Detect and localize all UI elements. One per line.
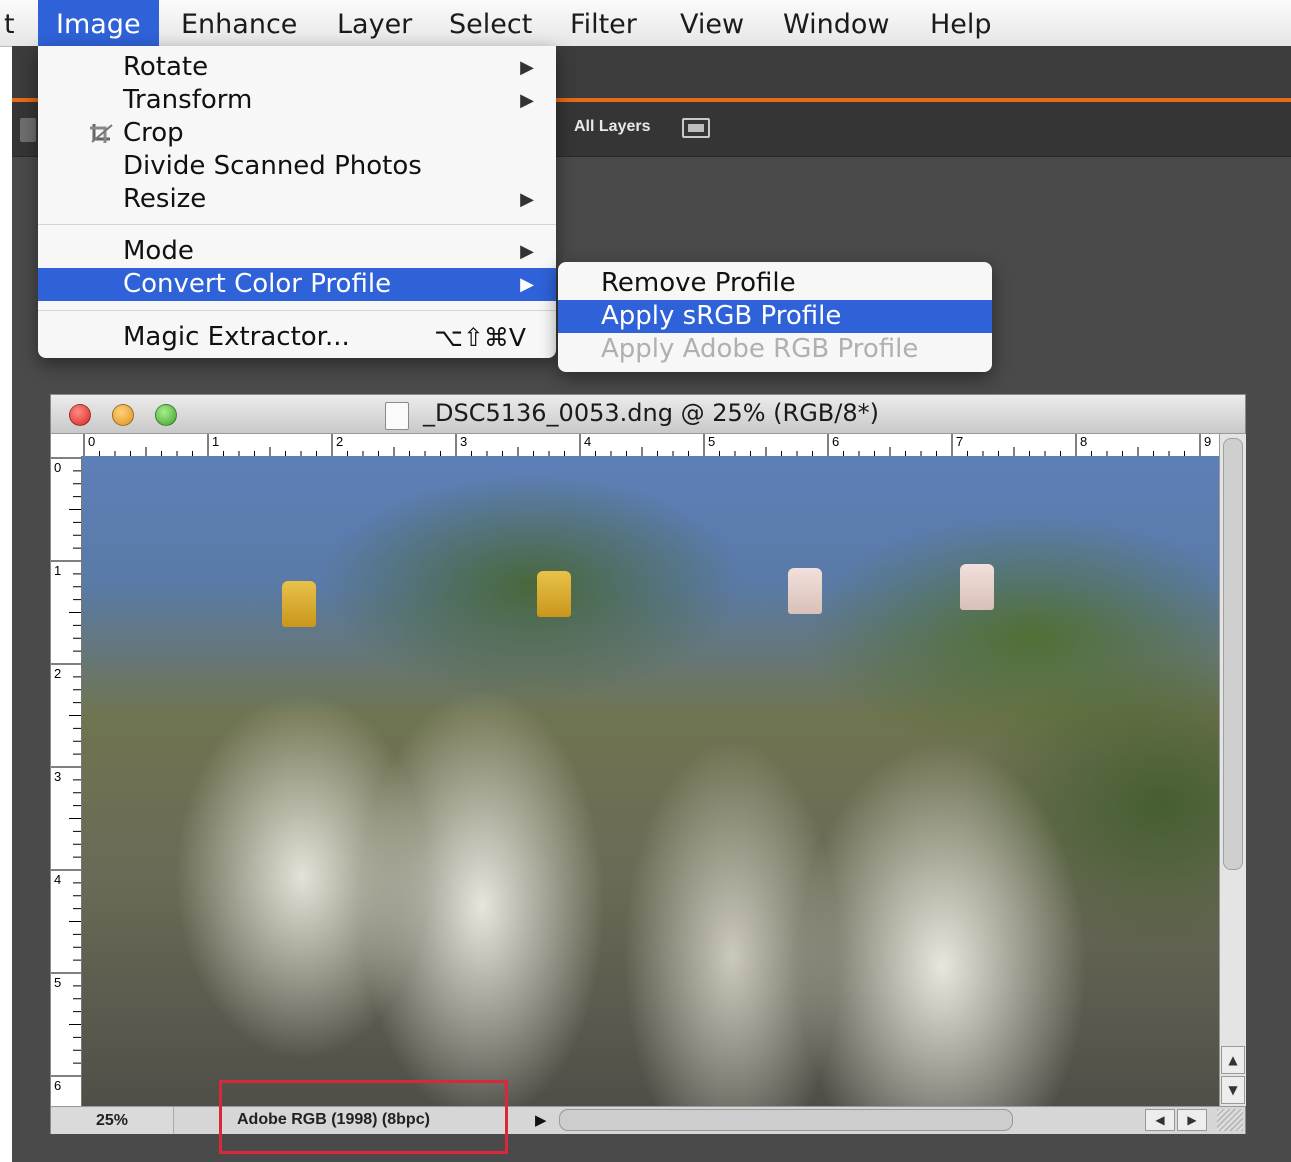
menu-option-label: Resize [123,184,207,214]
scroll-left-button[interactable]: ◀ [1145,1109,1175,1131]
ruler-label: 1 [54,563,62,578]
menu-item-filter[interactable]: Filter [570,0,637,46]
menu-option-label: Magic Extractor... [123,322,350,352]
menu-option-label: Crop [123,118,184,148]
menu-item-help[interactable]: Help [930,0,992,46]
shortcut-label: ⌥⇧⌘V [434,323,526,352]
options-control[interactable] [20,118,36,142]
ruler-label: 1 [212,434,220,449]
menu-option-label: Divide Scanned Photos [123,151,422,181]
zoom-level-field[interactable]: 25% [51,1107,174,1134]
submenu-option-apply-srgb[interactable]: Apply sRGB Profile [558,300,992,333]
menu-item-select[interactable]: Select [449,0,532,46]
menu-option-label: Convert Color Profile [123,269,392,299]
submenu-arrow-icon: ▶ [520,57,534,78]
ruler-label: 4 [584,434,592,449]
document-title-bar[interactable]: _DSC5136_0053.dng @ 25% (RGB/8*) [51,395,1245,434]
submenu-option-remove-profile[interactable]: Remove Profile [558,267,992,300]
document-file-icon [385,402,409,430]
menu-option-label: Transform [123,85,253,115]
menu-option-label: Mode [123,236,194,266]
ruler-ticks [83,434,1201,456]
menu-option-rotate[interactable]: Rotate ▶ [38,51,556,84]
menu-option-transform[interactable]: Transform ▶ [38,84,556,117]
zoom-window-button[interactable] [155,404,177,426]
ruler-label: 8 [1080,434,1088,449]
vertical-scroll-thumb[interactable] [1223,438,1243,870]
menu-separator [38,310,556,311]
menu-bar: t Image Enhance Layer Select Filter View… [0,0,1291,47]
minimize-window-button[interactable] [112,404,134,426]
annotation-highlight-box [219,1080,508,1154]
menu-option-divide-scanned-photos[interactable]: Divide Scanned Photos [38,150,556,183]
menu-option-mode[interactable]: Mode ▶ [38,235,556,268]
convert-color-profile-submenu: Remove Profile Apply sRGB Profile Apply … [558,262,992,372]
image-menu-dropdown: Rotate ▶ Transform ▶ Crop Divide Scanned… [38,46,556,358]
menu-option-crop[interactable]: Crop [38,117,556,150]
submenu-option-apply-adobe-rgb: Apply Adobe RGB Profile [601,334,919,364]
document-title: _DSC5136_0053.dng @ 25% (RGB/8*) [423,399,879,427]
menu-item-window[interactable]: Window [783,0,889,46]
scroll-up-button[interactable]: ▲ [1221,1046,1245,1074]
ruler-label: 3 [54,769,62,784]
document-window: _DSC5136_0053.dng @ 25% (RGB/8*) 0 1 2 3… [50,394,1246,1134]
submenu-arrow-icon: ▶ [520,90,534,111]
ruler-label: 6 [832,434,840,449]
menu-option-label: Rotate [123,52,209,82]
menu-item-enhance[interactable]: Enhance [181,0,297,46]
menu-option-resize[interactable]: Resize ▶ [38,183,556,216]
mannequin-neck [537,571,571,617]
ruler-label: 0 [88,434,96,449]
horizontal-ruler: 0 1 2 3 4 5 6 7 8 9 [51,434,1219,457]
ruler-label: 4 [54,872,62,887]
scroll-right-button[interactable]: ▶ [1177,1109,1207,1131]
ruler-label: 2 [54,666,62,681]
all-layers-label: All Layers [574,118,651,135]
ruler-label: 5 [54,975,62,990]
ruler-label: 9 [1204,434,1212,449]
status-menu-arrow-icon[interactable]: ▶ [535,1111,547,1129]
scroll-down-button[interactable]: ▼ [1221,1076,1245,1104]
ruler-label: 0 [54,460,62,475]
submenu-arrow-icon: ▶ [520,274,534,295]
menu-item-image[interactable]: Image [38,0,159,46]
mannequin-neck [788,568,822,614]
menu-separator [38,224,556,225]
menu-option-convert-color-profile[interactable]: Convert Color Profile ▶ [38,268,556,301]
menu-item-view[interactable]: View [680,0,744,46]
menu-item-layer[interactable]: Layer [337,0,412,46]
image-canvas[interactable] [82,456,1219,1106]
ruler-label: 5 [708,434,716,449]
ruler-label: 2 [336,434,344,449]
menu-option-magic-extractor[interactable]: Magic Extractor... ⌥⇧⌘V [38,321,556,354]
ruler-label: 6 [54,1078,62,1093]
submenu-arrow-icon: ▶ [520,189,534,210]
mannequin-neck [282,581,316,627]
vertical-scrollbar[interactable]: ▲ ▼ [1219,434,1246,1106]
horizontal-scrollbar[interactable] [559,1109,1013,1131]
menu-item-partial[interactable]: t [4,0,15,46]
ruler-label: 7 [956,434,964,449]
close-window-button[interactable] [69,404,91,426]
crop-icon [90,124,113,143]
ruler-label: 3 [460,434,468,449]
vertical-ruler: 0 1 2 3 4 5 6 [51,456,82,1106]
mannequin-neck [960,564,994,610]
layers-stack-icon[interactable] [682,118,710,138]
submenu-arrow-icon: ▶ [520,241,534,262]
resize-grip-icon[interactable] [1217,1109,1243,1131]
